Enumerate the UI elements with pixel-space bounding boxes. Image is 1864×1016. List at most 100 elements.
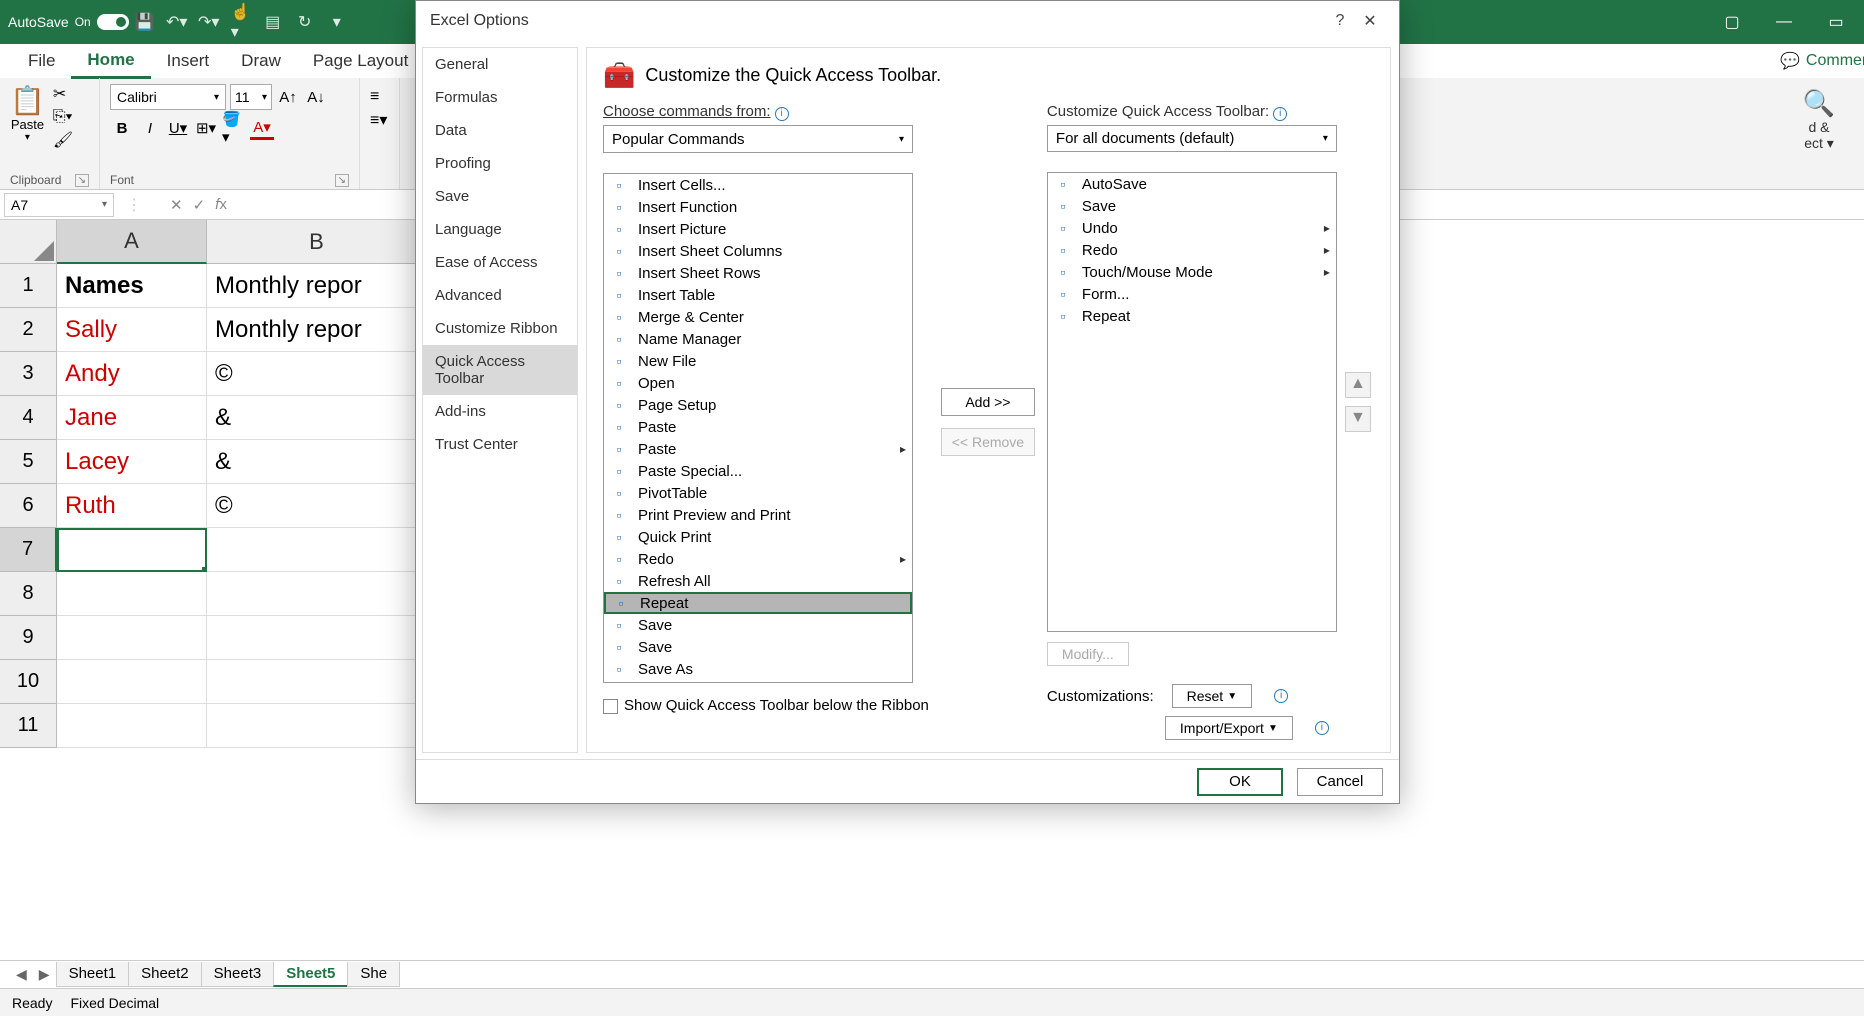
row-header[interactable]: 2 (0, 308, 57, 352)
info-icon[interactable]: i (1273, 107, 1287, 121)
command-list-item[interactable]: ▫Merge & Center (604, 306, 912, 328)
autosave-toggle[interactable]: AutoSave On (8, 14, 129, 30)
ribbon-tab-file[interactable]: File (12, 45, 71, 77)
cell[interactable]: Monthly repor (207, 264, 427, 308)
command-list-item[interactable]: ▫Paste Special... (604, 460, 912, 482)
options-category-item[interactable]: General (423, 48, 577, 81)
cell[interactable] (57, 616, 207, 660)
command-list-item[interactable]: ▫Print Preview and Print (604, 504, 912, 526)
choose-commands-combo[interactable]: Popular Commands▾ (603, 125, 913, 153)
command-list-item[interactable]: ▫Redo▸ (604, 548, 912, 570)
row-header[interactable]: 3 (0, 352, 57, 396)
options-category-item[interactable]: Language (423, 213, 577, 246)
cut-icon[interactable]: ✂ (53, 84, 73, 104)
sheet-nav-next-icon[interactable]: ▶ (33, 966, 56, 983)
cell[interactable]: Names (57, 264, 207, 308)
command-list-item[interactable]: ▫New File (604, 350, 912, 372)
command-list-item[interactable]: ▫Save (604, 614, 912, 636)
touch-icon[interactable]: ☝▾ (231, 12, 251, 32)
info-icon[interactable]: i (1315, 721, 1329, 735)
reset-button[interactable]: Reset▼ (1172, 684, 1252, 708)
command-list-item[interactable]: ▫Insert Sheet Rows (604, 262, 912, 284)
fill-color-button[interactable]: 🪣▾ (222, 116, 246, 140)
command-list-item[interactable]: ▫Refresh All (604, 570, 912, 592)
options-category-list[interactable]: GeneralFormulasDataProofingSaveLanguageE… (422, 47, 578, 753)
row-header[interactable]: 5 (0, 440, 57, 484)
paste-button[interactable]: 📋 Paste ▾ (10, 84, 45, 143)
command-list-item[interactable]: ▫Insert Picture (604, 218, 912, 240)
row-header[interactable]: 11 (0, 704, 57, 748)
command-list-item[interactable]: ▫Paste (604, 416, 912, 438)
row-header[interactable]: 9 (0, 616, 57, 660)
command-list-item[interactable]: ▫Redo▸ (1048, 239, 1336, 261)
dialog-title-bar[interactable]: Excel Options ? ✕ (416, 1, 1399, 41)
font-size-combo[interactable]: 11▾ (230, 84, 272, 110)
cell[interactable]: & (207, 396, 427, 440)
cell[interactable]: Jane (57, 396, 207, 440)
cell[interactable] (57, 704, 207, 748)
command-list-item[interactable]: ▫Save (604, 636, 912, 658)
select-all-corner[interactable] (0, 220, 57, 264)
close-icon[interactable]: ✕ (1355, 11, 1385, 31)
cell[interactable]: © (207, 484, 427, 528)
font-name-combo[interactable]: Calibri▾ (110, 84, 226, 110)
redo-icon[interactable]: ↷▾ (199, 12, 219, 32)
align-top-icon[interactable]: ≡ (370, 88, 389, 106)
options-category-item[interactable]: Quick Access Toolbar (423, 345, 577, 395)
cell[interactable]: Andy (57, 352, 207, 396)
cancel-button[interactable]: Cancel (1297, 768, 1383, 796)
command-list-item[interactable]: ▫Insert Cells... (604, 174, 912, 196)
command-list-item[interactable]: ▫Open (604, 372, 912, 394)
cell[interactable]: © (207, 352, 427, 396)
toggle-switch-icon[interactable] (97, 14, 129, 30)
increase-font-icon[interactable]: A↑ (276, 85, 300, 109)
ok-button[interactable]: OK (1197, 768, 1283, 796)
row-header[interactable]: 4 (0, 396, 57, 440)
fx-icon[interactable]: fx (215, 196, 227, 214)
column-header[interactable]: B (207, 220, 427, 264)
info-icon[interactable]: i (1274, 689, 1288, 703)
sheet-tab[interactable]: Sheet3 (201, 962, 275, 987)
border-button[interactable]: ⊞▾ (194, 116, 218, 140)
command-list-item[interactable]: ▫Page Setup (604, 394, 912, 416)
info-icon[interactable]: i (775, 107, 789, 121)
move-up-button[interactable]: ▲ (1345, 372, 1371, 398)
current-qat-list[interactable]: ▫AutoSave▫Save▫Undo▸▫Redo▸▫Touch/Mouse M… (1047, 172, 1337, 632)
repeat-icon[interactable]: ↻ (295, 12, 315, 32)
enter-formula-icon[interactable]: ✓ (193, 196, 206, 214)
command-list-item[interactable]: ▫Insert Function (604, 196, 912, 218)
ribbon-display-icon[interactable]: ▢ (1712, 7, 1752, 37)
cell[interactable]: Lacey (57, 440, 207, 484)
align-left-icon[interactable]: ≡▾ (370, 110, 389, 130)
row-header[interactable]: 1 (0, 264, 57, 308)
import-export-button[interactable]: Import/Export▼ (1165, 716, 1293, 740)
minimize-icon[interactable]: — (1764, 7, 1804, 37)
cell[interactable] (207, 616, 427, 660)
cell[interactable] (57, 572, 207, 616)
options-category-item[interactable]: Formulas (423, 81, 577, 114)
options-category-item[interactable]: Trust Center (423, 428, 577, 461)
row-header[interactable]: 6 (0, 484, 57, 528)
cell[interactable] (57, 528, 207, 572)
command-list-item[interactable]: ▫Paste▸ (604, 438, 912, 460)
underline-button[interactable]: U▾ (166, 116, 190, 140)
find-icon[interactable]: 🔍 (1778, 88, 1860, 119)
cell[interactable] (207, 660, 427, 704)
command-list-item[interactable]: ▫Set Print Area (604, 680, 912, 683)
command-list-item[interactable]: ▫AutoSave (1048, 173, 1336, 195)
copy-icon[interactable]: ⎘▾ (53, 108, 73, 126)
move-down-button[interactable]: ▼ (1345, 406, 1371, 432)
row-header[interactable]: 8 (0, 572, 57, 616)
cell[interactable]: Ruth (57, 484, 207, 528)
options-category-item[interactable]: Ease of Access (423, 246, 577, 279)
sheet-nav-prev-icon[interactable]: ◀ (10, 966, 33, 983)
options-category-item[interactable]: Advanced (423, 279, 577, 312)
command-list-item[interactable]: ▫Repeat (1048, 305, 1336, 327)
remove-button[interactable]: << Remove (941, 428, 1035, 456)
format-painter-icon[interactable]: 🖌 (53, 130, 73, 150)
options-category-item[interactable]: Customize Ribbon (423, 312, 577, 345)
cell[interactable] (207, 572, 427, 616)
column-header[interactable]: A (57, 220, 207, 264)
available-commands-list[interactable]: ▫Insert Cells...▫Insert Function▫Insert … (603, 173, 913, 683)
ribbon-tab-draw[interactable]: Draw (225, 45, 297, 77)
